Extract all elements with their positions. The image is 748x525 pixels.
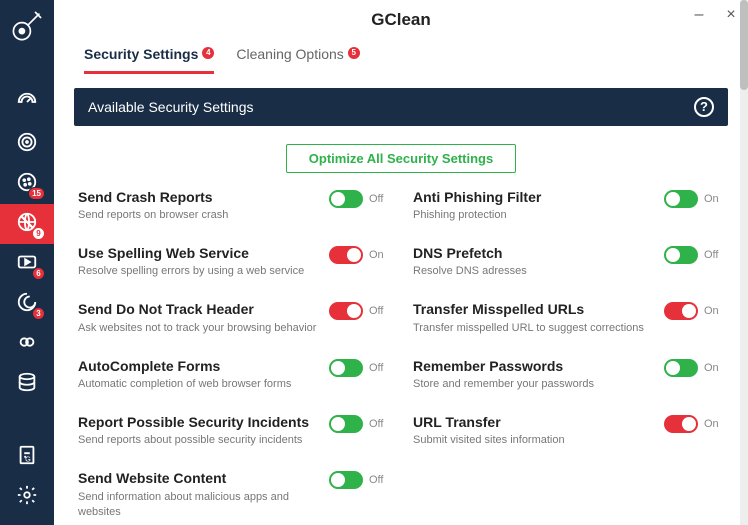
setting-row: URL Transfer Submit visited sites inform… bbox=[413, 414, 724, 448]
setting-row: Transfer Misspelled URLs Transfer misspe… bbox=[413, 301, 724, 335]
sidebar-badge: 9 bbox=[32, 227, 45, 240]
sidebar-item-swirl[interactable]: 3 bbox=[0, 284, 54, 324]
setting-title: Send Do Not Track Header bbox=[78, 301, 319, 319]
setting-row: Report Possible Security Incidents Send … bbox=[78, 414, 389, 448]
sidebar-item-dashboard[interactable] bbox=[0, 84, 54, 124]
sidebar-item-video[interactable]: 6 bbox=[0, 244, 54, 284]
sidebar-item-target[interactable] bbox=[0, 124, 54, 164]
link-icon bbox=[16, 331, 38, 358]
tab-cleaning-options[interactable]: Cleaning Options 5 bbox=[236, 46, 359, 71]
setting-desc: Ask websites not to track your browsing … bbox=[78, 321, 319, 336]
tab-label: Cleaning Options bbox=[236, 46, 343, 62]
setting-title: Report Possible Security Incidents bbox=[78, 414, 319, 432]
titlebar: GClean – × bbox=[54, 0, 748, 40]
setting-title: Use Spelling Web Service bbox=[78, 245, 319, 263]
optimize-all-button[interactable]: Optimize All Security Settings bbox=[286, 144, 516, 173]
scrollbar-track[interactable] bbox=[740, 0, 748, 525]
tab-label: Security Settings bbox=[84, 46, 198, 62]
app-title: GClean bbox=[371, 10, 431, 30]
toggle-state-label: Off bbox=[369, 193, 389, 205]
toggle-switch[interactable] bbox=[329, 415, 363, 433]
setting-row: Send Crash Reports Send reports on brows… bbox=[78, 189, 389, 223]
tabs: Security Settings 4 Cleaning Options 5 bbox=[54, 40, 748, 74]
svg-text:G: G bbox=[25, 454, 31, 463]
database-icon bbox=[16, 371, 38, 398]
setting-row: Anti Phishing Filter Phishing protection… bbox=[413, 189, 724, 223]
toggle-state-label: Off bbox=[369, 474, 389, 486]
setting-title: Send Crash Reports bbox=[78, 189, 319, 207]
setting-title: Transfer Misspelled URLs bbox=[413, 301, 654, 319]
setting-desc: Store and remember your passwords bbox=[413, 377, 654, 392]
setting-title: DNS Prefetch bbox=[413, 245, 654, 263]
setting-desc: Automatic completion of web browser form… bbox=[78, 377, 319, 392]
help-icon[interactable]: ? bbox=[694, 97, 714, 117]
setting-desc: Phishing protection bbox=[413, 208, 654, 223]
toggle-state-label: Off bbox=[369, 362, 389, 374]
toggle-state-label: Off bbox=[704, 249, 724, 261]
setting-row: Remember Passwords Store and remember yo… bbox=[413, 358, 724, 392]
setting-title: Send Website Content bbox=[78, 470, 319, 488]
sidebar-item-settings-gear[interactable] bbox=[0, 477, 54, 517]
setting-desc: Send information about malicious apps an… bbox=[78, 490, 319, 520]
setting-desc: Resolve DNS adresses bbox=[413, 264, 654, 279]
setting-row: Use Spelling Web Service Resolve spellin… bbox=[78, 245, 389, 279]
settings-grid: Send Crash Reports Send reports on brows… bbox=[74, 189, 728, 520]
sidebar-item-database[interactable] bbox=[0, 364, 54, 404]
setting-title: AutoComplete Forms bbox=[78, 358, 319, 376]
toggle-state-label: Off bbox=[369, 305, 389, 317]
tab-badge: 5 bbox=[348, 47, 360, 59]
toggle-switch[interactable] bbox=[329, 190, 363, 208]
toggle-switch[interactable] bbox=[329, 246, 363, 264]
sidebar-badge: 15 bbox=[28, 187, 45, 200]
setting-desc: Transfer misspelled URL to suggest corre… bbox=[413, 321, 654, 336]
sidebar-badge: 3 bbox=[32, 307, 45, 320]
sidebar-item-report[interactable]: G bbox=[0, 437, 54, 477]
toggle-switch[interactable] bbox=[664, 190, 698, 208]
toggle-switch[interactable] bbox=[664, 246, 698, 264]
setting-title: URL Transfer bbox=[413, 414, 654, 432]
scrollbar-thumb[interactable] bbox=[740, 0, 748, 90]
close-button[interactable]: × bbox=[724, 8, 738, 22]
section-header: Available Security Settings ? bbox=[74, 88, 728, 126]
setting-desc: Send reports about possible security inc… bbox=[78, 433, 319, 448]
toggle-switch[interactable] bbox=[664, 415, 698, 433]
toggle-switch[interactable] bbox=[664, 359, 698, 377]
setting-title: Remember Passwords bbox=[413, 358, 654, 376]
setting-desc: Submit visited sites information bbox=[413, 433, 654, 448]
toggle-switch[interactable] bbox=[329, 302, 363, 320]
setting-title: Anti Phishing Filter bbox=[413, 189, 654, 207]
dashboard-icon bbox=[16, 91, 38, 118]
setting-desc: Resolve spelling errors by using a web s… bbox=[78, 264, 319, 279]
toggle-state-label: On bbox=[369, 249, 389, 261]
setting-row: Send Website Content Send information ab… bbox=[78, 470, 389, 519]
setting-desc: Send reports on browser crash bbox=[78, 208, 319, 223]
app-logo bbox=[0, 0, 54, 52]
target-icon bbox=[16, 131, 38, 158]
toggle-state-label: On bbox=[704, 362, 724, 374]
main-area: GClean – × Security Settings 4 Cleaning Op… bbox=[54, 0, 748, 525]
sidebar-item-cookie[interactable]: 15 bbox=[0, 164, 54, 204]
sidebar-item-globe-block[interactable]: 9 bbox=[0, 204, 54, 244]
minimize-button[interactable]: – bbox=[692, 8, 706, 22]
report-icon: G bbox=[16, 444, 38, 471]
toggle-switch[interactable] bbox=[664, 302, 698, 320]
section-title: Available Security Settings bbox=[88, 99, 254, 115]
setting-row: AutoComplete Forms Automatic completion … bbox=[78, 358, 389, 392]
content-scroll[interactable]: Available Security Settings ? Optimize A… bbox=[54, 74, 748, 525]
toggle-switch[interactable] bbox=[329, 471, 363, 489]
tab-badge: 4 bbox=[202, 47, 214, 59]
setting-row: DNS Prefetch Resolve DNS adresses Off bbox=[413, 245, 724, 279]
toggle-switch[interactable] bbox=[329, 359, 363, 377]
toggle-state-label: Off bbox=[369, 418, 389, 430]
sidebar: 15 9 6 3 G bbox=[0, 0, 54, 525]
toggle-state-label: On bbox=[704, 193, 724, 205]
settings-gear-icon bbox=[16, 484, 38, 511]
tab-security-settings[interactable]: Security Settings 4 bbox=[84, 46, 214, 74]
toggle-state-label: On bbox=[704, 305, 724, 317]
sidebar-badge: 6 bbox=[32, 267, 45, 280]
setting-row: Send Do Not Track Header Ask websites no… bbox=[78, 301, 389, 335]
sidebar-item-link[interactable] bbox=[0, 324, 54, 364]
toggle-state-label: On bbox=[704, 418, 724, 430]
